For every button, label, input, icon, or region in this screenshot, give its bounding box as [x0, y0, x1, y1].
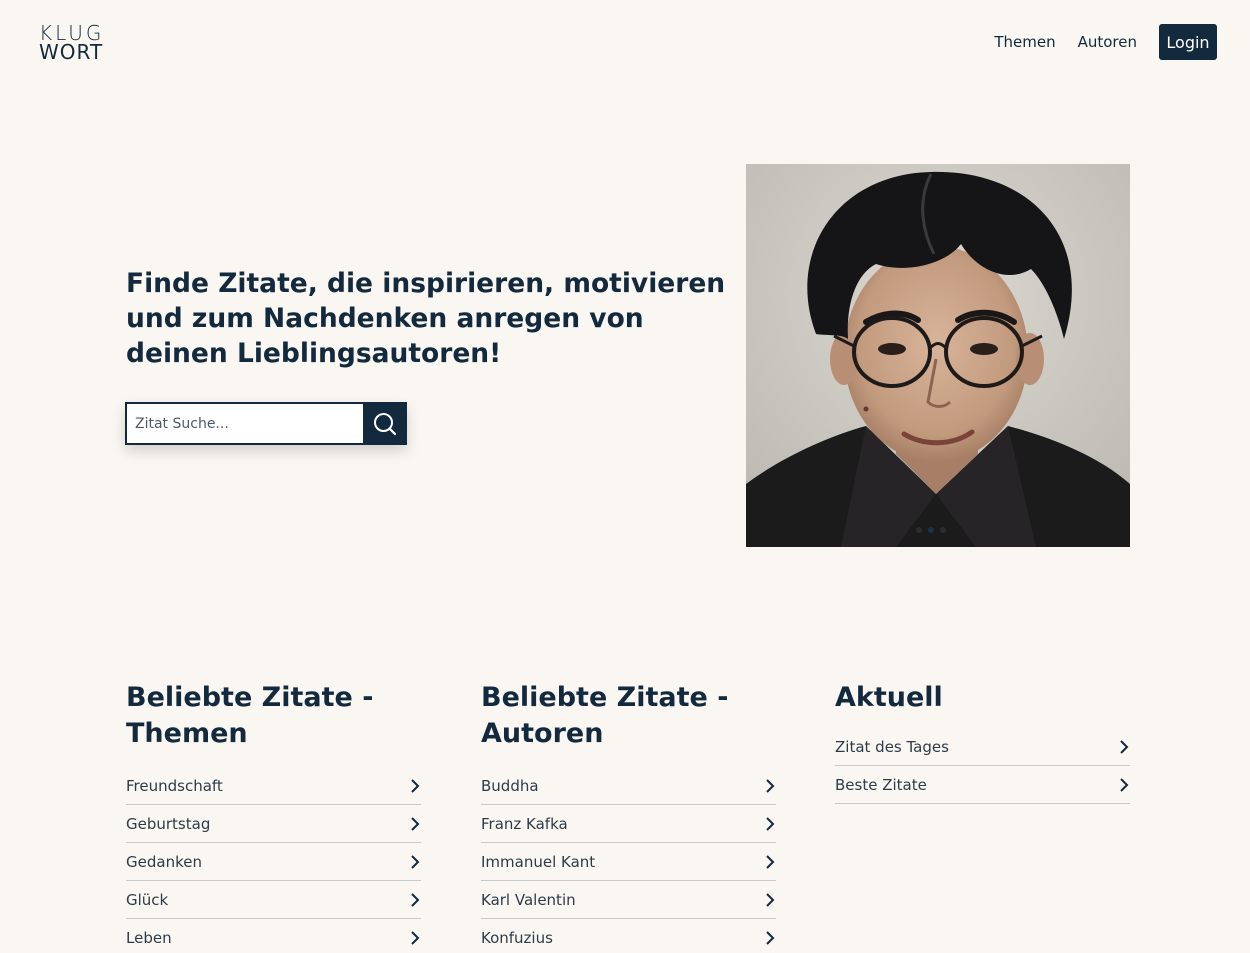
list-item-label: Gedanken: [126, 852, 202, 871]
column-heading: Beliebte Zitate - Autoren: [481, 682, 729, 749]
author-list: Buddha Franz Kafka Immanuel Kant Karl Va…: [481, 767, 776, 953]
nav-link-themen[interactable]: Themen: [994, 24, 1055, 60]
list-item-label: Franz Kafka: [481, 814, 568, 833]
list-item[interactable]: Gedanken: [126, 843, 421, 881]
list-item-label: Konfuzius: [481, 928, 553, 947]
list-item-label: Freundschaft: [126, 776, 223, 795]
chevron-right-icon: [766, 816, 775, 831]
popular-authors-column: Beliebte Zitate - Autoren Buddha Franz K…: [481, 680, 776, 953]
list-item-label: Buddha: [481, 776, 539, 795]
list-item-label: Glück: [126, 890, 169, 909]
chevron-right-icon: [411, 816, 420, 831]
current-column: Aktuell Zitat des Tages Beste Zitate: [835, 680, 1130, 804]
popular-topics-column: Beliebte Zitate - Themen Freundschaft Ge…: [126, 680, 421, 953]
carousel-dot-active[interactable]: [928, 527, 934, 533]
list-item-label: Karl Valentin: [481, 890, 576, 909]
search-button[interactable]: [363, 402, 407, 445]
list-item[interactable]: Immanuel Kant: [481, 843, 776, 881]
list-item[interactable]: Franz Kafka: [481, 805, 776, 843]
list-item[interactable]: Zitat des Tages: [835, 728, 1130, 766]
chevron-right-icon: [411, 892, 420, 907]
quote-search: [125, 402, 407, 445]
list-item[interactable]: Freundschaft: [126, 767, 421, 805]
current-list: Zitat des Tages Beste Zitate: [835, 728, 1130, 804]
chevron-right-icon: [766, 778, 775, 793]
chevron-right-icon: [1120, 739, 1129, 754]
nav-link-autoren[interactable]: Autoren: [1078, 24, 1137, 60]
list-item[interactable]: Beste Zitate: [835, 766, 1130, 804]
list-item-label: Leben: [126, 928, 172, 947]
chevron-right-icon: [766, 854, 775, 869]
topic-list: Freundschaft Geburtstag Gedanken Glück L…: [126, 767, 421, 953]
main-nav: Themen Autoren Login: [994, 24, 1217, 60]
column-heading: Aktuell: [835, 682, 943, 713]
list-item-label: Immanuel Kant: [481, 852, 596, 871]
list-item-label: Geburtstag: [126, 814, 211, 833]
list-item-label: Beste Zitate: [835, 775, 927, 794]
list-item[interactable]: Karl Valentin: [481, 881, 776, 919]
carousel-dots: [916, 527, 946, 533]
column-heading: Beliebte Zitate - Themen: [126, 682, 374, 749]
chevron-right-icon: [411, 854, 420, 869]
chevron-right-icon: [766, 892, 775, 907]
list-item[interactable]: Leben: [126, 919, 421, 953]
list-item[interactable]: Glück: [126, 881, 421, 919]
chevron-right-icon: [1120, 777, 1129, 792]
login-button[interactable]: Login: [1159, 24, 1217, 60]
search-icon: [374, 412, 397, 435]
search-input[interactable]: [125, 402, 363, 445]
carousel-dot[interactable]: [940, 527, 946, 533]
chevron-right-icon: [411, 930, 420, 945]
list-item[interactable]: Buddha: [481, 767, 776, 805]
list-item[interactable]: Konfuzius: [481, 919, 776, 953]
chevron-right-icon: [411, 778, 420, 793]
chevron-right-icon: [766, 930, 775, 945]
carousel-dot[interactable]: [916, 527, 922, 533]
author-portrait: [746, 164, 1130, 547]
site-logo[interactable]: KLUG WORT: [39, 23, 104, 64]
hero-title: Finde Zitate, die inspirieren, motiviere…: [126, 268, 726, 369]
list-item[interactable]: Geburtstag: [126, 805, 421, 843]
logo-line-2: WORT: [39, 40, 104, 64]
list-item-label: Zitat des Tages: [835, 737, 949, 756]
